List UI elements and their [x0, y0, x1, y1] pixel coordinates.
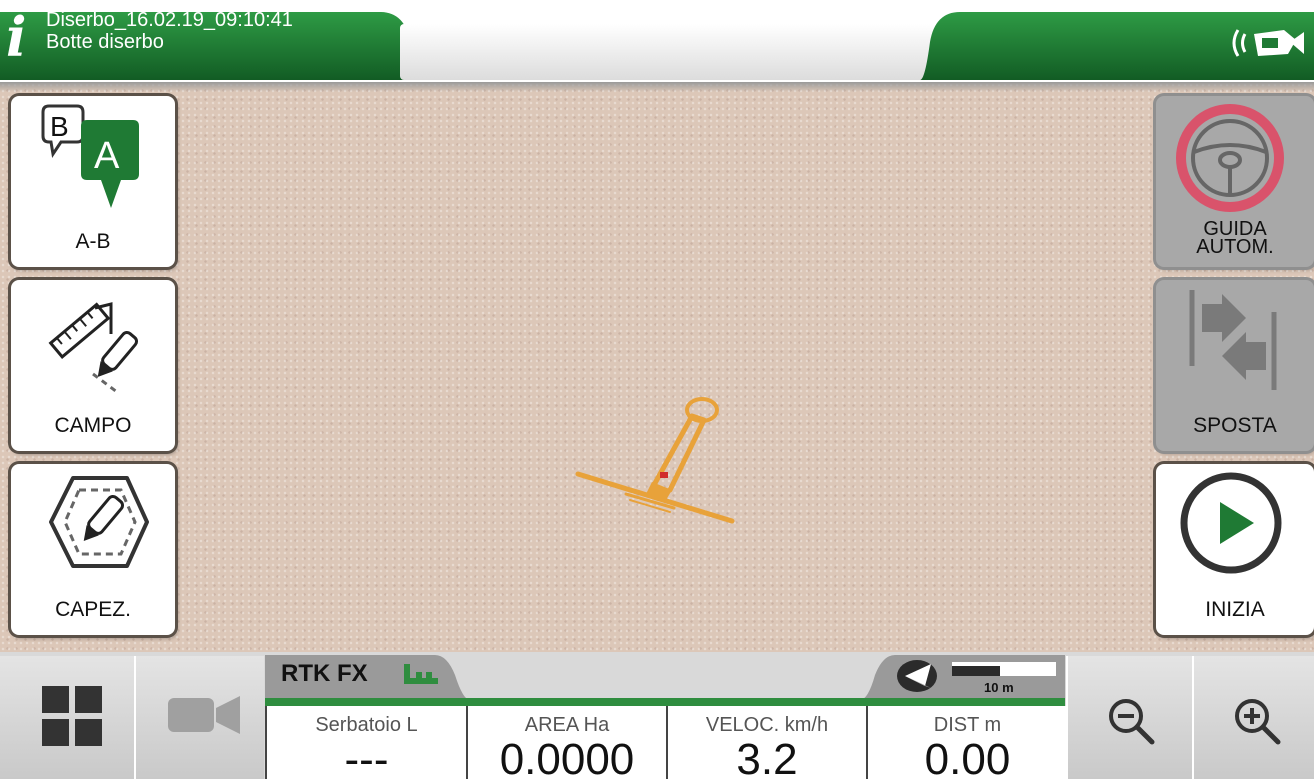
shift-label: SPOSTA [1193, 414, 1277, 437]
auto-steer-button[interactable]: GUIDA AUTOM. [1156, 96, 1314, 267]
implement-name: Botte diserbo [46, 31, 164, 53]
area-value: 0.0000 [499, 735, 635, 784]
camera-icon [168, 696, 240, 734]
speed-readout: VELOC. km/h 3.2 [666, 706, 866, 784]
status-strip [265, 698, 1065, 706]
headland-icon [49, 476, 149, 568]
zoom-out-icon [1109, 699, 1155, 745]
distance-value: 0.00 [924, 735, 1011, 784]
menu-button[interactable] [0, 656, 134, 779]
field-map[interactable] [0, 82, 1314, 652]
steering-wheel-icon [1176, 104, 1284, 212]
grid-menu-icon [42, 686, 102, 746]
ab-line-button[interactable]: B A A-B [11, 96, 175, 267]
distance-label: DIST m [933, 714, 1002, 736]
ab-icon-letter-b: B [50, 111, 69, 142]
job-title: Diserbo_16.02.19_09:10:41 [46, 9, 293, 31]
scale-bar [952, 662, 1056, 676]
speed-label: VELOC. km/h [705, 714, 829, 736]
auto-steer-label: GUIDA AUTOM. [1196, 218, 1274, 258]
ab-line-icon: B A [41, 104, 139, 208]
area-readout: AREA Ha 0.0000 [466, 706, 666, 784]
headland-button[interactable]: CAPEZ. [11, 464, 175, 635]
area-label: AREA Ha [524, 714, 610, 736]
tank-label: Serbatoio L [315, 714, 418, 736]
shift-arrows-icon [1189, 290, 1277, 390]
info-icon[interactable]: i [6, 10, 27, 64]
field-draw-icon [48, 302, 139, 394]
map-shadow [0, 82, 1314, 92]
speed-value: 3.2 [736, 735, 798, 784]
ab-icon-letter-a: A [94, 135, 120, 177]
zoom-in-button[interactable] [1192, 656, 1314, 779]
distance-readout: DIST m 0.00 [866, 706, 1067, 784]
tank-readout: Serbatoio L --- [265, 706, 466, 784]
zoom-out-button[interactable] [1066, 656, 1194, 779]
start-label: INIZIA [1205, 598, 1265, 621]
shift-button[interactable]: SPOSTA [1156, 280, 1314, 451]
ab-line-label: A-B [75, 230, 111, 253]
top-center-panel [400, 24, 935, 80]
scale-label: 10 m [984, 680, 1014, 695]
vehicle-icon [575, 397, 735, 524]
gps-quality-icon [404, 664, 438, 684]
zoom-in-icon [1235, 699, 1281, 745]
gps-signal-icon[interactable] [1224, 20, 1306, 66]
play-icon [1180, 472, 1282, 574]
start-button[interactable]: INIZIA [1156, 464, 1314, 635]
field-label: CAMPO [54, 414, 132, 437]
field-button[interactable]: CAMPO [11, 280, 175, 451]
headland-label: CAPEZ. [55, 598, 131, 621]
gps-status-text: RTK FX [281, 660, 368, 687]
camera-button[interactable] [134, 656, 264, 779]
compass-icon[interactable] [895, 658, 939, 694]
tank-value: --- [344, 735, 389, 784]
